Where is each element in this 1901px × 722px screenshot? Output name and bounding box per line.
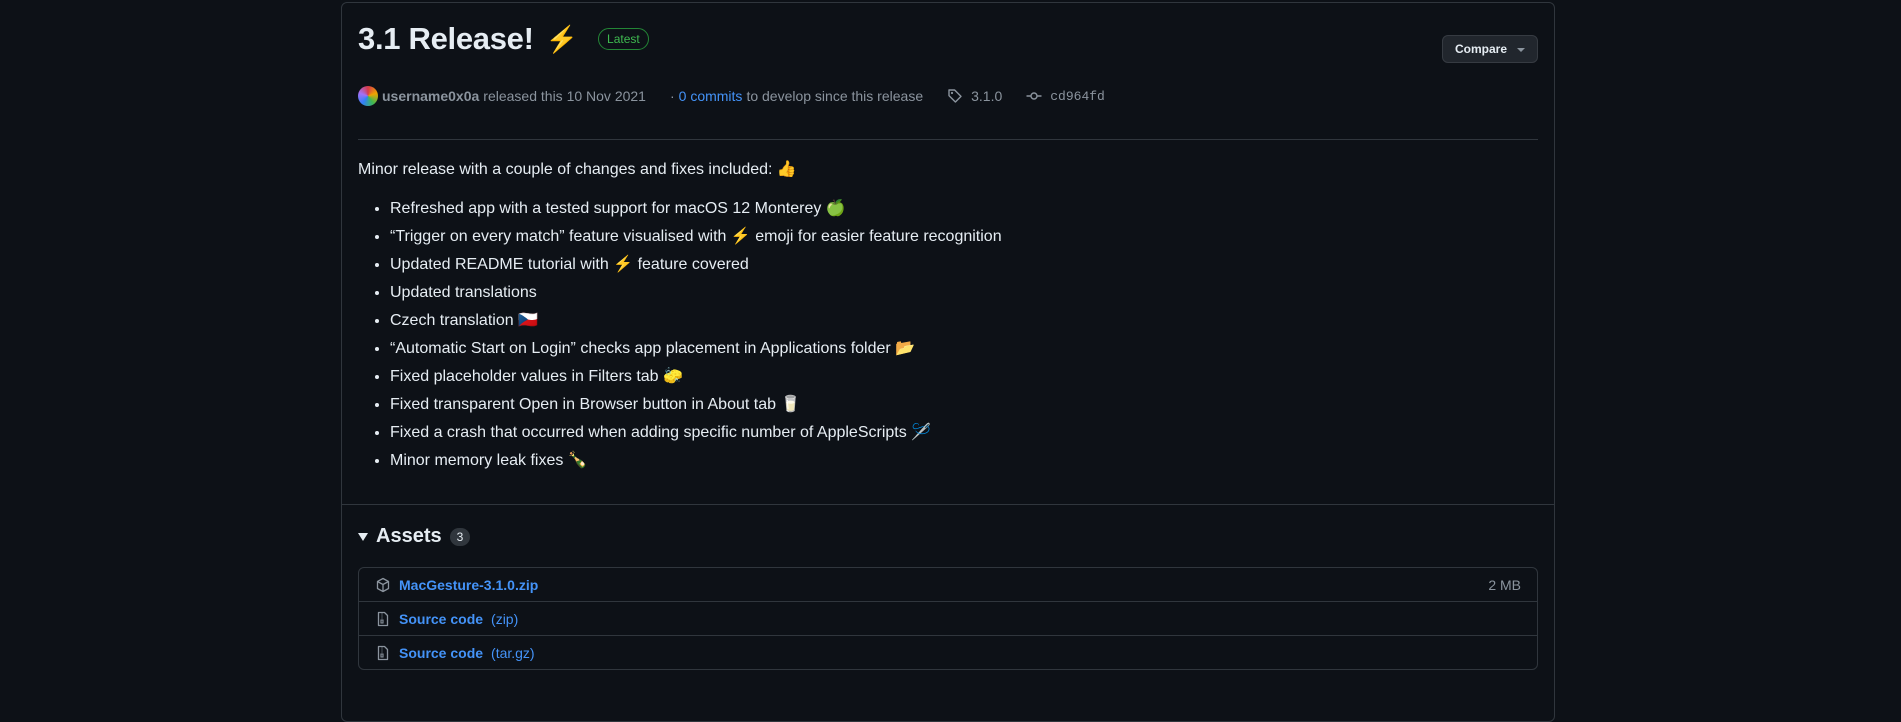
release-card: 3.1 Release! ⚡ Latest Compare username0x… [341, 2, 1555, 722]
list-item: Updated translations [390, 279, 1002, 307]
commits-suffix: to develop since this release [746, 88, 924, 104]
compare-label: Compare [1454, 42, 1507, 56]
asset-link[interactable]: MacGesture-3.1.0.zip [399, 577, 538, 593]
tag-link[interactable]: 3.1.0 [971, 88, 1002, 104]
assets-list: MacGesture-3.1.0.zip 2 MB Source code (z… [358, 567, 1538, 670]
asset-size: 2 MB [1488, 576, 1521, 593]
asset-format[interactable]: (zip) [491, 611, 518, 627]
list-item: Updated README tutorial with ⚡ feature c… [390, 251, 1002, 279]
assets-divider [342, 504, 1554, 505]
avatar[interactable] [358, 86, 378, 106]
commits-link[interactable]: 0 commits [679, 88, 743, 104]
commits-separator: · [669, 88, 675, 104]
header-divider [358, 139, 1538, 140]
package-icon [375, 577, 391, 593]
list-item: Czech translation 🇨🇿 [390, 307, 1002, 335]
asset-link[interactable]: Source code [399, 611, 483, 627]
release-title[interactable]: 3.1 Release! [358, 21, 534, 57]
release-meta: username0x0a released this 10 Nov 2021 ·… [358, 86, 1105, 106]
lightning-emoji: ⚡ [545, 23, 579, 54]
asset-row: Source code (zip) [359, 601, 1537, 635]
assets-toggle[interactable]: Assets 3 [358, 525, 471, 548]
latest-badge: Latest [598, 28, 649, 50]
assets-title: Assets [376, 525, 442, 547]
list-item: Fixed placeholder values in Filters tab … [390, 363, 1002, 391]
list-item: Fixed transparent Open in Browser button… [390, 391, 1002, 419]
asset-link[interactable]: Source code [399, 645, 483, 661]
chevron-down-icon [1517, 48, 1525, 52]
compare-button[interactable]: Compare [1441, 35, 1538, 63]
asset-format[interactable]: (tar.gz) [491, 645, 535, 661]
triangle-down-icon [358, 532, 368, 541]
author-link[interactable]: username0x0a [382, 88, 479, 104]
list-item: “Automatic Start on Login” checks app pl… [390, 335, 1002, 363]
git-commit-icon [1026, 88, 1042, 104]
released-text: released this 10 Nov 2021 [483, 88, 646, 104]
changes-list: Refreshed app with a tested support for … [358, 195, 1002, 475]
release-intro: Minor release with a couple of changes a… [358, 161, 797, 178]
asset-row: MacGesture-3.1.0.zip 2 MB [359, 568, 1537, 601]
commit-hash-link[interactable]: cd964fd [1050, 89, 1105, 104]
asset-row: Source code (tar.gz) [359, 635, 1537, 669]
list-item: Refreshed app with a tested support for … [390, 195, 1002, 223]
file-zip-icon [375, 611, 391, 627]
tag-icon [947, 88, 963, 104]
list-item: Fixed a crash that occurred when adding … [390, 419, 1002, 447]
file-zip-icon [375, 645, 391, 661]
assets-count: 3 [449, 527, 471, 546]
list-item: Minor memory leak fixes 🍾 [390, 447, 1002, 475]
release-header: 3.1 Release! ⚡ Latest [358, 21, 649, 57]
list-item: “Trigger on every match” feature visuali… [390, 223, 1002, 251]
